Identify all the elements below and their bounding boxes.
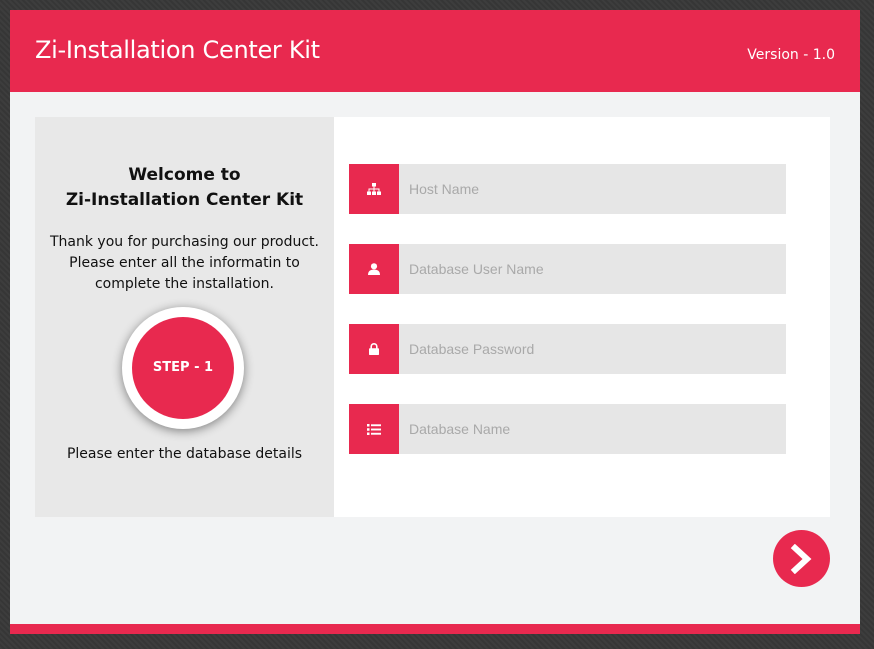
host-name-field bbox=[349, 164, 786, 214]
installer-window: Zi-Installation Center Kit Version - 1.0… bbox=[10, 10, 860, 634]
db-name-field bbox=[349, 404, 786, 454]
header-bar: Zi-Installation Center Kit Version - 1.0 bbox=[10, 10, 860, 92]
intro-text-line-3: complete the installation. bbox=[94, 276, 275, 292]
intro-text-line-1: Thank you for purchasing our product. bbox=[49, 234, 319, 250]
chevron-right-icon bbox=[790, 543, 811, 574]
db-user-field bbox=[349, 244, 786, 294]
step-indicator: STEP - 1 bbox=[122, 307, 244, 429]
app-title: Zi-Installation Center Kit bbox=[35, 36, 320, 64]
welcome-line-1: Welcome to bbox=[128, 165, 241, 185]
db-user-input[interactable] bbox=[399, 244, 786, 294]
list-icon bbox=[349, 404, 399, 454]
version-label: Version - 1.0 bbox=[747, 47, 835, 63]
db-name-input[interactable] bbox=[399, 404, 786, 454]
user-icon bbox=[349, 244, 399, 294]
intro-text-line-2: Please enter all the informatin to bbox=[69, 255, 300, 271]
welcome-line-2: Zi-Installation Center Kit bbox=[65, 190, 304, 210]
intro-panel: Welcome to Zi-Installation Center Kit Th… bbox=[35, 117, 334, 517]
lock-icon bbox=[349, 324, 399, 374]
main-panel: Welcome to Zi-Installation Center Kit Th… bbox=[35, 117, 830, 517]
next-button[interactable] bbox=[773, 530, 830, 587]
footer-bar bbox=[10, 624, 860, 634]
step-badge: STEP - 1 bbox=[132, 317, 234, 419]
step-description: Please enter the database details bbox=[66, 446, 303, 462]
db-password-field bbox=[349, 324, 786, 374]
sitemap-icon bbox=[349, 164, 399, 214]
host-name-input[interactable] bbox=[399, 164, 786, 214]
db-password-input[interactable] bbox=[399, 324, 786, 374]
welcome-heading: Welcome to Zi-Installation Center Kit bbox=[35, 163, 334, 213]
intro-text: Thank you for purchasing our product. Pl… bbox=[35, 232, 334, 295]
